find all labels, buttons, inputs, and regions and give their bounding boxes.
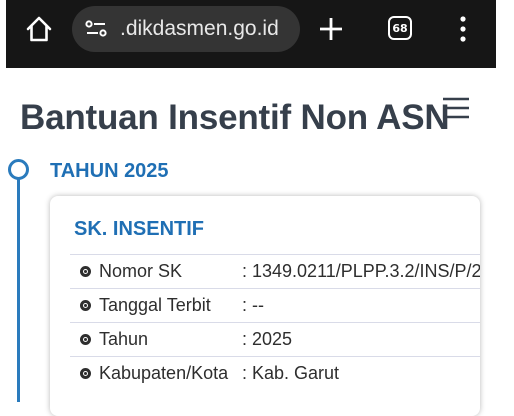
timeline-dot-icon bbox=[8, 159, 29, 180]
detail-row-nomor-sk: Nomor SK : 1349.0211/PLPP.3.2/INS/P/20 bbox=[70, 254, 480, 288]
page-title: Bantuan Insentif Non ASN bbox=[20, 98, 450, 137]
row-label: Nomor SK bbox=[99, 261, 183, 281]
row-value: : 2025 bbox=[242, 329, 293, 349]
detail-row-tahun: Tahun : 2025 bbox=[70, 322, 480, 356]
year-heading: TAHUN 2025 bbox=[50, 160, 169, 182]
row-label: Tahun bbox=[99, 329, 149, 349]
timeline-line bbox=[17, 172, 20, 402]
plus-icon[interactable] bbox=[318, 16, 344, 42]
url-text[interactable]: .dikdasmen.go.id bbox=[120, 17, 279, 41]
sk-insentif-card: SK. INSENTIF Nomor SK : 1349.0211/PLPP.3… bbox=[50, 196, 480, 416]
detail-row-tanggal-terbit: Tanggal Terbit : -- bbox=[70, 288, 480, 322]
row-label: Tanggal Terbit bbox=[99, 295, 211, 315]
row-value: : Kab. Garut bbox=[242, 363, 340, 383]
tab-count: 68 bbox=[392, 21, 408, 35]
more-vert-icon[interactable] bbox=[456, 14, 470, 44]
site-info-icon[interactable] bbox=[84, 18, 108, 40]
row-value: : -- bbox=[242, 295, 264, 315]
detail-row-kabupaten-kota: Kabupaten/Kota : Kab. Garut bbox=[70, 356, 480, 390]
home-icon[interactable] bbox=[24, 14, 54, 44]
row-label: Kabupaten/Kota bbox=[99, 363, 229, 383]
detail-list: Nomor SK : 1349.0211/PLPP.3.2/INS/P/20 T… bbox=[70, 254, 480, 390]
browser-toolbar: .dikdasmen.go.id 68 bbox=[6, 0, 496, 68]
tab-switcher-icon[interactable]: 68 bbox=[388, 16, 412, 40]
address-bar[interactable]: .dikdasmen.go.id bbox=[72, 6, 300, 52]
hamburger-icon[interactable] bbox=[442, 96, 470, 120]
bullet-icon bbox=[80, 266, 91, 277]
bullet-icon bbox=[80, 300, 91, 311]
row-value: : 1349.0211/PLPP.3.2/INS/P/20 bbox=[242, 261, 480, 281]
bullet-icon bbox=[80, 334, 91, 345]
bullet-icon bbox=[80, 368, 91, 379]
card-title: SK. INSENTIF bbox=[74, 218, 205, 240]
